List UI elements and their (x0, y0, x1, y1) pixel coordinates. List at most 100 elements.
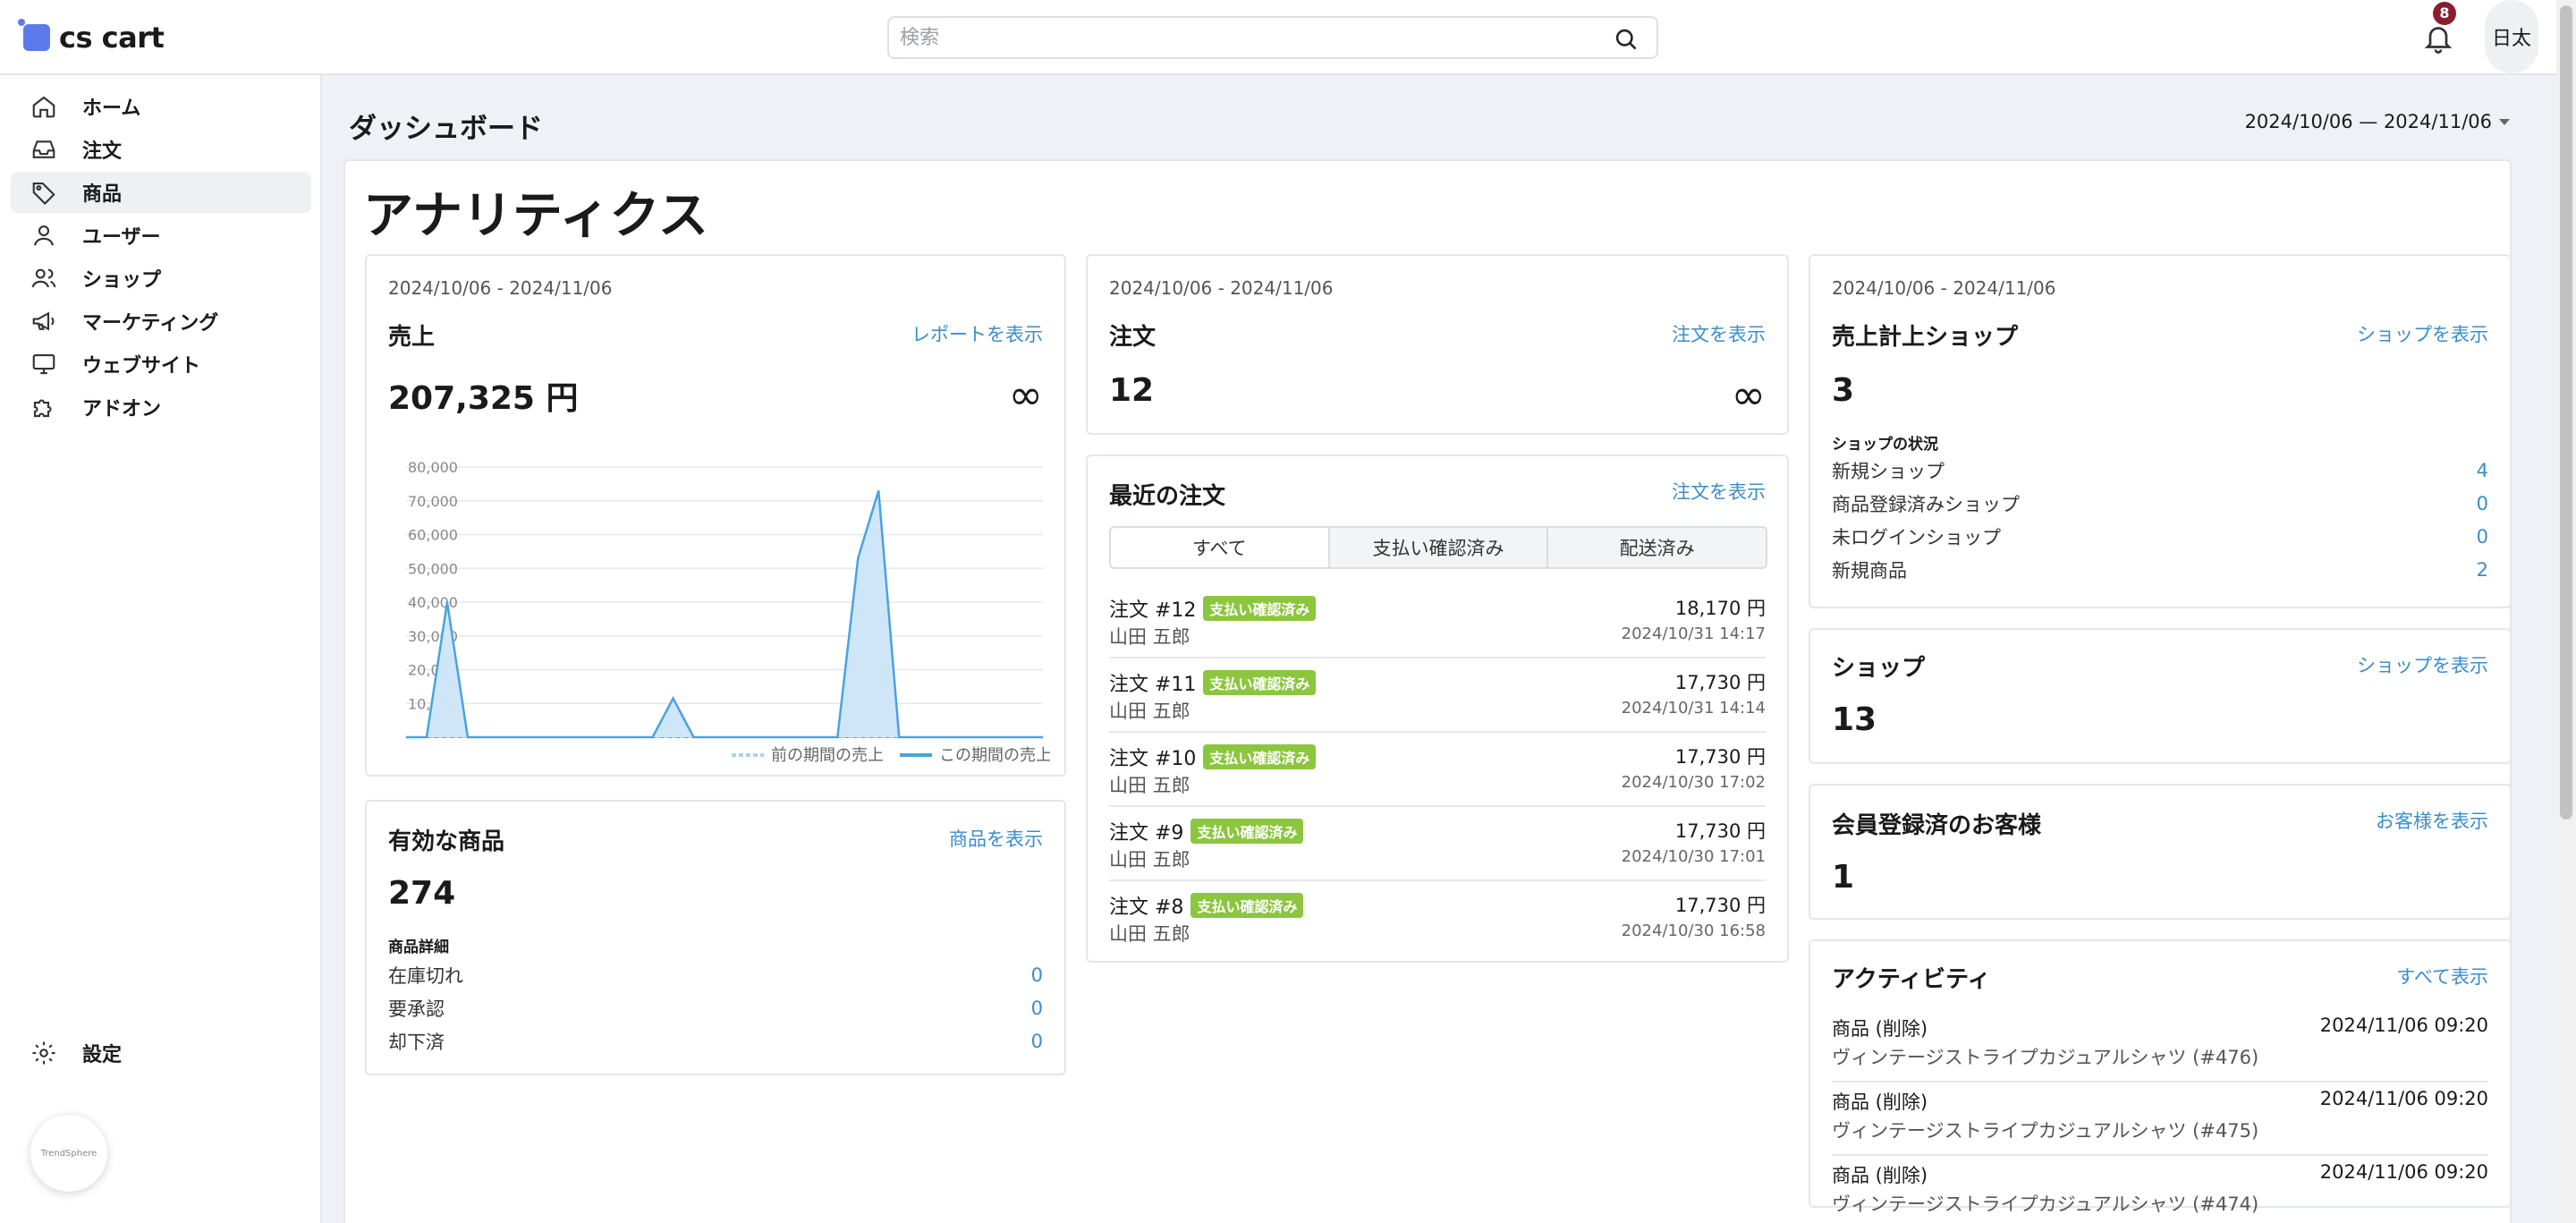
order-id[interactable]: 注文 #9 (1109, 817, 1183, 845)
sidebar-item-website[interactable]: ウェブサイト (11, 344, 311, 385)
stat-label: 要承認 (388, 998, 445, 1020)
order-row[interactable]: 注文 #11 支払い確認済み 山田 五郎 17,730 円 2024/10/31 … (1109, 659, 1766, 733)
chart-point (1001, 736, 1003, 738)
order-id[interactable]: 注文 #10 (1109, 743, 1196, 771)
chart-point (816, 736, 818, 738)
shop-stat-row: 新規ショップ 4 (1832, 454, 2488, 487)
order-row[interactable]: 注文 #12 支払い確認済み 山田 五郎 18,170 円 2024/10/31 … (1109, 585, 1766, 658)
chart-point (898, 736, 900, 738)
activity-card: アクティビティ すべて表示 商品 (削除) ヴィンテージストライプカジュアルシャ… (1809, 939, 2512, 1215)
chart-point (733, 736, 735, 738)
bell-icon[interactable] (2422, 20, 2454, 55)
chart-point (980, 736, 982, 738)
chart-point (487, 736, 489, 738)
activity-row[interactable]: 商品 (削除) ヴィンテージストライプカジュアルシャツ (#475) 2024/… (1832, 1083, 2488, 1156)
sidebar-item-orders[interactable]: 注文 (11, 129, 311, 170)
view-all-activity-link[interactable]: すべて表示 (2396, 963, 2488, 989)
shop-stat-row: 新規商品 2 (1832, 554, 2488, 586)
chart-point (549, 736, 551, 738)
sidebar-item-users[interactable]: ユーザー (11, 215, 311, 256)
home-icon (32, 96, 55, 118)
recent-orders-card: 最近の注文 注文を表示 すべて 支払い確認済み 配送済み 注文 #12 支払い確認… (1086, 454, 1789, 963)
chart-point (1042, 736, 1044, 738)
chart-point (877, 489, 879, 491)
tab-all[interactable]: すべて (1111, 528, 1330, 567)
shop-stat-row: 未ログインショップ 0 (1832, 521, 2488, 553)
order-id[interactable]: 注文 #8 (1109, 891, 1183, 920)
sidebar-item-products[interactable]: 商品 (11, 172, 311, 213)
legend-label-previous: 前の期間の売上 (771, 746, 884, 765)
order-id[interactable]: 注文 #11 (1109, 668, 1196, 697)
view-shops-link[interactable]: ショップを表示 (2357, 651, 2488, 678)
sidebar-item-settings[interactable]: 設定 (11, 1032, 311, 1074)
chart-point (1021, 736, 1023, 738)
shops-title: ショップ (1832, 655, 1926, 682)
sidebar-item-label: 注文 (82, 140, 123, 163)
activity-row[interactable]: 商品 (削除) ヴィンテージストライプカジュアルシャツ (#476) 2024/… (1832, 1009, 2488, 1083)
stat-value[interactable]: 0 (1031, 1031, 1043, 1052)
sidebar-item-shops[interactable]: ショップ (11, 258, 311, 299)
search-box (887, 16, 1658, 59)
sidebar-item-home[interactable]: ホーム (11, 86, 311, 127)
sidebar-item-marketing[interactable]: マーケティング (11, 301, 311, 342)
user-menu-button[interactable]: 日太 (2485, 0, 2538, 73)
view-customers-link[interactable]: お客様を表示 (2376, 807, 2488, 834)
view-report-link[interactable]: レポートを表示 (911, 320, 1043, 347)
shops-card: ショップ ショップを表示 13 (1809, 628, 2512, 764)
chart-point (508, 736, 510, 738)
products-stat-row: 却下済 0 (388, 1025, 1043, 1057)
stat-value[interactable]: 4 (2477, 460, 2488, 481)
order-customer: 山田 五郎 (1109, 626, 1191, 648)
order-customer: 山田 五郎 (1109, 849, 1191, 871)
megaphone-icon (32, 311, 55, 331)
orders-title: 注文 (1109, 324, 1157, 351)
sidebar-item-label: ホーム (82, 98, 141, 120)
search-input[interactable] (889, 18, 1605, 57)
tab-paid[interactable]: 支払い確認済み (1330, 528, 1549, 567)
chart-series-current-area (406, 490, 1043, 737)
chart-point (919, 736, 920, 738)
shops-sales-title: 売上計上ショップ (1832, 324, 2019, 351)
chart-tick-label: 60,000 (408, 527, 458, 544)
logo-text: cs cart (59, 21, 165, 55)
chart-point (426, 736, 428, 738)
tab-shipped[interactable]: 配送済み (1548, 528, 1766, 567)
trendsphere-logo[interactable]: TrendSphere (30, 1115, 107, 1192)
user-icon (33, 225, 55, 246)
chart-point (960, 736, 962, 738)
stat-value[interactable]: 0 (2477, 493, 2488, 514)
page-scrollbar[interactable] (2556, 0, 2576, 1223)
sidebar-item-label: ショップ (82, 269, 162, 292)
view-products-link[interactable]: 商品を表示 (949, 825, 1043, 852)
view-orders-link[interactable]: 注文を表示 (1672, 320, 1766, 347)
view-shops-link[interactable]: ショップを表示 (2357, 320, 2488, 347)
chart-tick-label: 70,000 (408, 493, 458, 510)
stat-value[interactable]: 2 (2477, 559, 2488, 581)
scrollbar-thumb[interactable] (2560, 5, 2572, 820)
chart-tick-label: 50,000 (408, 560, 458, 577)
status-badge: 支払い確認済み (1203, 744, 1317, 769)
stat-value[interactable]: 0 (2477, 526, 2488, 548)
order-row[interactable]: 注文 #8 支払い確認済み 山田 五郎 17,730 円 2024/10/30 1… (1109, 882, 1766, 955)
stat-value[interactable]: 0 (1031, 998, 1043, 1019)
legend-label-current: この期間の売上 (939, 746, 1050, 765)
logo[interactable]: cs cart (18, 19, 165, 55)
sidebar-item-addons[interactable]: アドオン (11, 386, 311, 428)
chart-point (754, 736, 756, 738)
order-row[interactable]: 注文 #9 支払い確認済み 山田 五郎 17,730 円 2024/10/30 1… (1109, 808, 1766, 881)
notification-badge: 8 (2433, 2, 2456, 25)
shop-status-heading: ショップの状況 (1832, 436, 1938, 454)
logo-mark (18, 19, 50, 51)
date-range-picker[interactable]: 2024/10/06 — 2024/11/06 (2245, 111, 2510, 132)
order-id[interactable]: 注文 #12 (1109, 594, 1196, 623)
sales-change: ∞ (1008, 370, 1043, 419)
sales-chart-svg: 10,00020,00030,00040,00050,00060,00070,0… (405, 459, 1050, 765)
stat-value[interactable]: 0 (1031, 964, 1043, 986)
view-orders-link[interactable]: 注文を表示 (1672, 478, 1766, 505)
chart-tick-label: 80,000 (408, 459, 458, 476)
activity-row[interactable]: 商品 (削除) ヴィンテージストライプカジュアルシャツ (#474) 2024/… (1832, 1156, 2488, 1223)
order-row[interactable]: 注文 #10 支払い確認済み 山田 五郎 17,730 円 2024/10/30 … (1109, 734, 1766, 807)
search-icon[interactable] (1614, 27, 1639, 52)
sidebar-item-label: アドオン (82, 398, 162, 420)
stat-label: 未ログインショップ (1832, 527, 2001, 548)
